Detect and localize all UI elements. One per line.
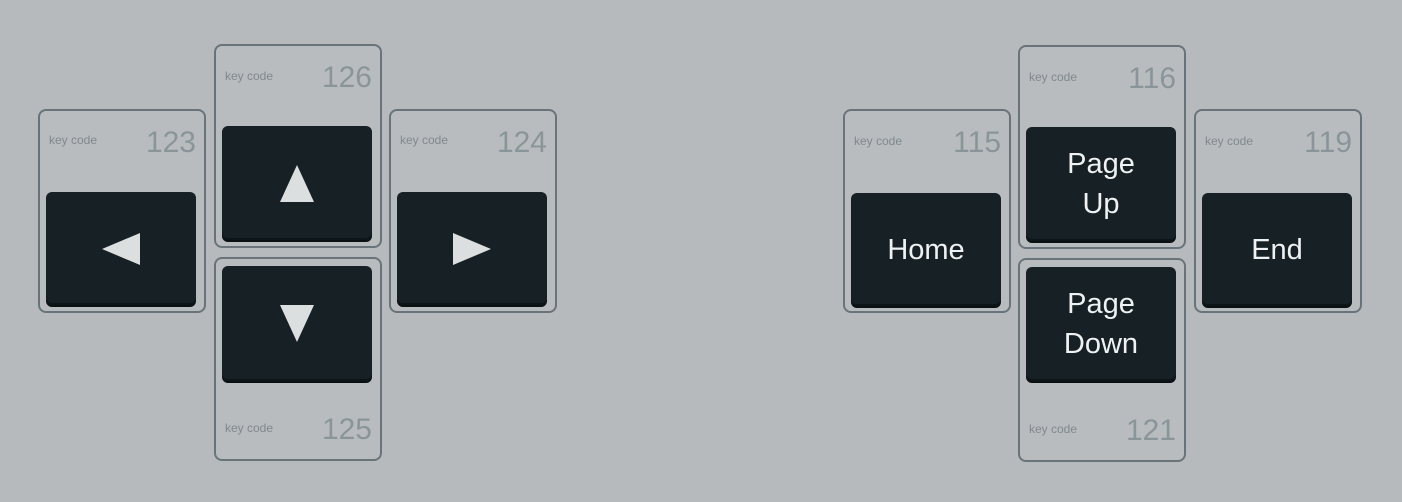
key-frame-page-up: key code 116 Page Up	[1018, 45, 1186, 249]
keycode-label: key code	[1029, 70, 1078, 84]
keycode-label: key code	[1205, 134, 1254, 148]
keycode-value: 119	[1304, 126, 1352, 159]
page-up-key[interactable]: Page Up	[1026, 127, 1176, 241]
key-frame-page-down: Page Down key code 121	[1018, 258, 1186, 462]
home-key-label: Home	[887, 233, 965, 266]
key-frame-end: key code 119 End	[1194, 109, 1362, 313]
navigation-key-cluster: key code 116 Page Up key code 115 Home k…	[0, 0, 1402, 502]
keycode-value: 121	[1125, 414, 1176, 447]
end-key-label: End	[1251, 233, 1303, 266]
keycode-value: 116	[1128, 62, 1176, 95]
end-key[interactable]: End	[1202, 193, 1352, 306]
page-down-key[interactable]: Page Down	[1026, 267, 1176, 381]
home-key[interactable]: Home	[851, 193, 1001, 306]
page-down-key-label: Page Down	[1063, 288, 1139, 360]
keycode-label: key code	[854, 134, 903, 148]
key-frame-home: key code 115 Home	[843, 109, 1011, 313]
keycode-label: key code	[1029, 422, 1078, 436]
page-up-key-label: Page Up	[1067, 148, 1135, 220]
keycode-value: 115	[953, 126, 1001, 159]
